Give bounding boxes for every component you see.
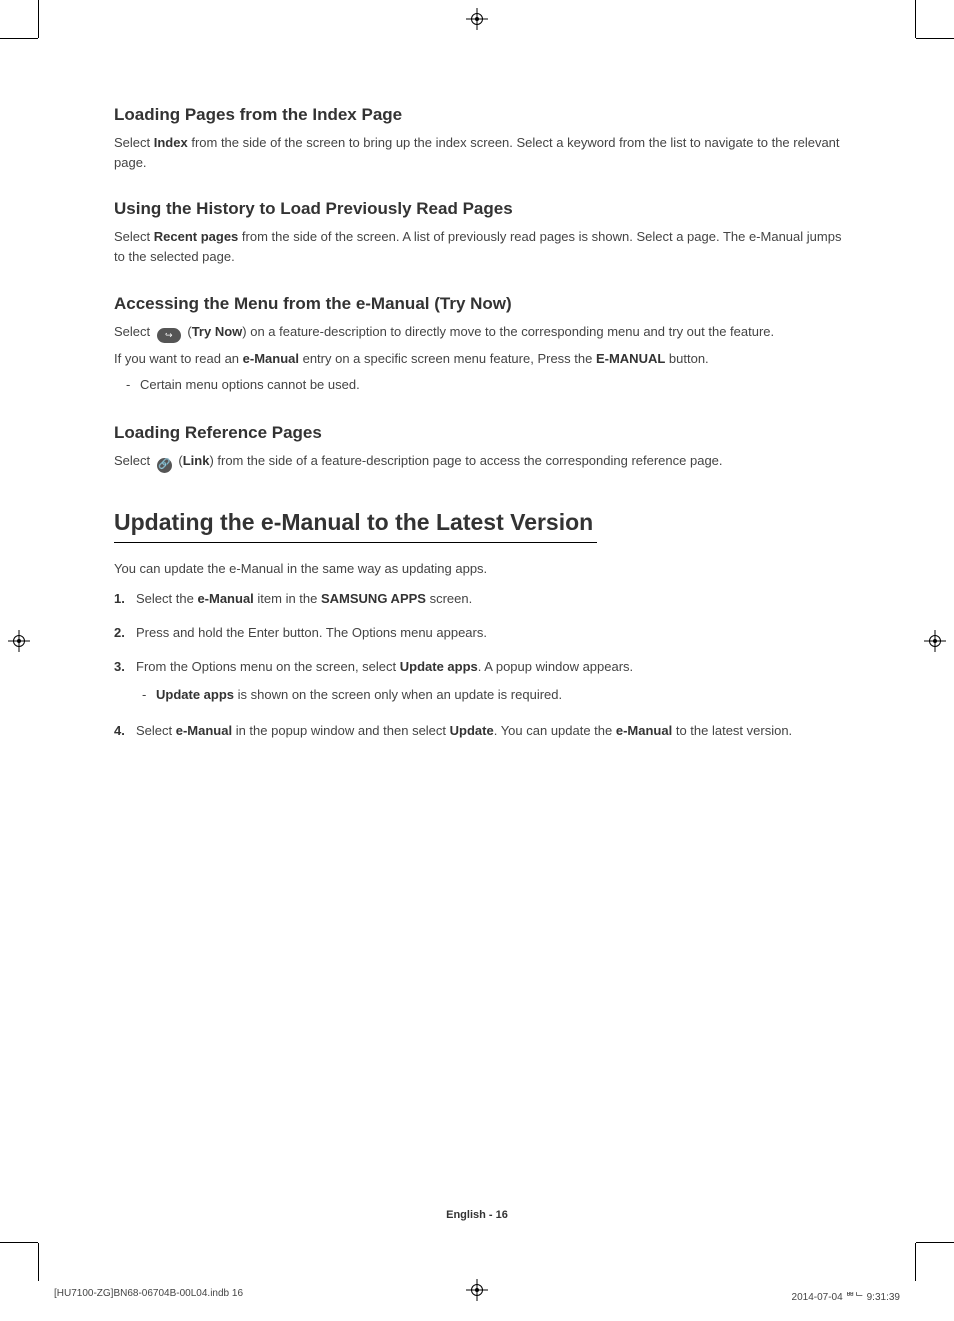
registration-target-icon	[8, 630, 30, 652]
crop-mark	[38, 0, 39, 38]
step-4: Select e-Manual in the popup window and …	[114, 721, 844, 755]
link-icon: 🔗	[157, 458, 172, 473]
crop-mark	[916, 1242, 954, 1243]
indb-file: [HU7100-ZG]BN68-06704B-00L04.indb 16	[54, 1288, 243, 1303]
heading-trynow: Accessing the Menu from the e-Manual (Tr…	[114, 294, 844, 314]
para-trynow-1: Select ↪ (Try Now) on a feature-descript…	[114, 322, 844, 343]
heading-update: Updating the e-Manual to the Latest Vers…	[114, 509, 597, 543]
bullet-trynow: Certain menu options cannot be used.	[126, 375, 844, 397]
heading-history: Using the History to Load Previously Rea…	[114, 199, 844, 219]
step-3-note: Update apps is shown on the screen only …	[142, 685, 844, 707]
para-index: Select Index from the side of the screen…	[114, 133, 844, 173]
heading-index: Loading Pages from the Index Page	[114, 105, 844, 125]
para-update-intro: You can update the e-Manual in the same …	[114, 559, 844, 579]
crop-mark	[38, 1243, 39, 1281]
step-1: Select the e-Manual item in the SAMSUNG …	[114, 589, 844, 623]
crop-mark	[916, 38, 954, 39]
try-now-icon: ↪	[157, 328, 181, 343]
page-content: Loading Pages from the Index Page Select…	[114, 105, 844, 755]
crop-mark	[0, 1242, 38, 1243]
registration-target-icon	[924, 630, 946, 652]
registration-target-icon	[466, 8, 488, 30]
crop-mark	[0, 38, 38, 39]
indb-timestamp: 2014-07-04 ᄈᄂ 9:31:39	[792, 1288, 900, 1303]
page-number: English - 16	[0, 1209, 954, 1221]
para-ref: Select 🔗 (Link) from the side of a featu…	[114, 451, 844, 472]
update-steps: Select the e-Manual item in the SAMSUNG …	[114, 589, 844, 756]
heading-ref: Loading Reference Pages	[114, 423, 844, 443]
crop-mark	[915, 1243, 916, 1281]
step-2: Press and hold the Enter button. The Opt…	[114, 623, 844, 657]
crop-mark	[915, 0, 916, 38]
step-3: From the Options menu on the screen, sel…	[114, 657, 844, 721]
para-trynow-2: If you want to read an e-Manual entry on…	[114, 349, 844, 369]
para-history: Select Recent pages from the side of the…	[114, 227, 844, 267]
